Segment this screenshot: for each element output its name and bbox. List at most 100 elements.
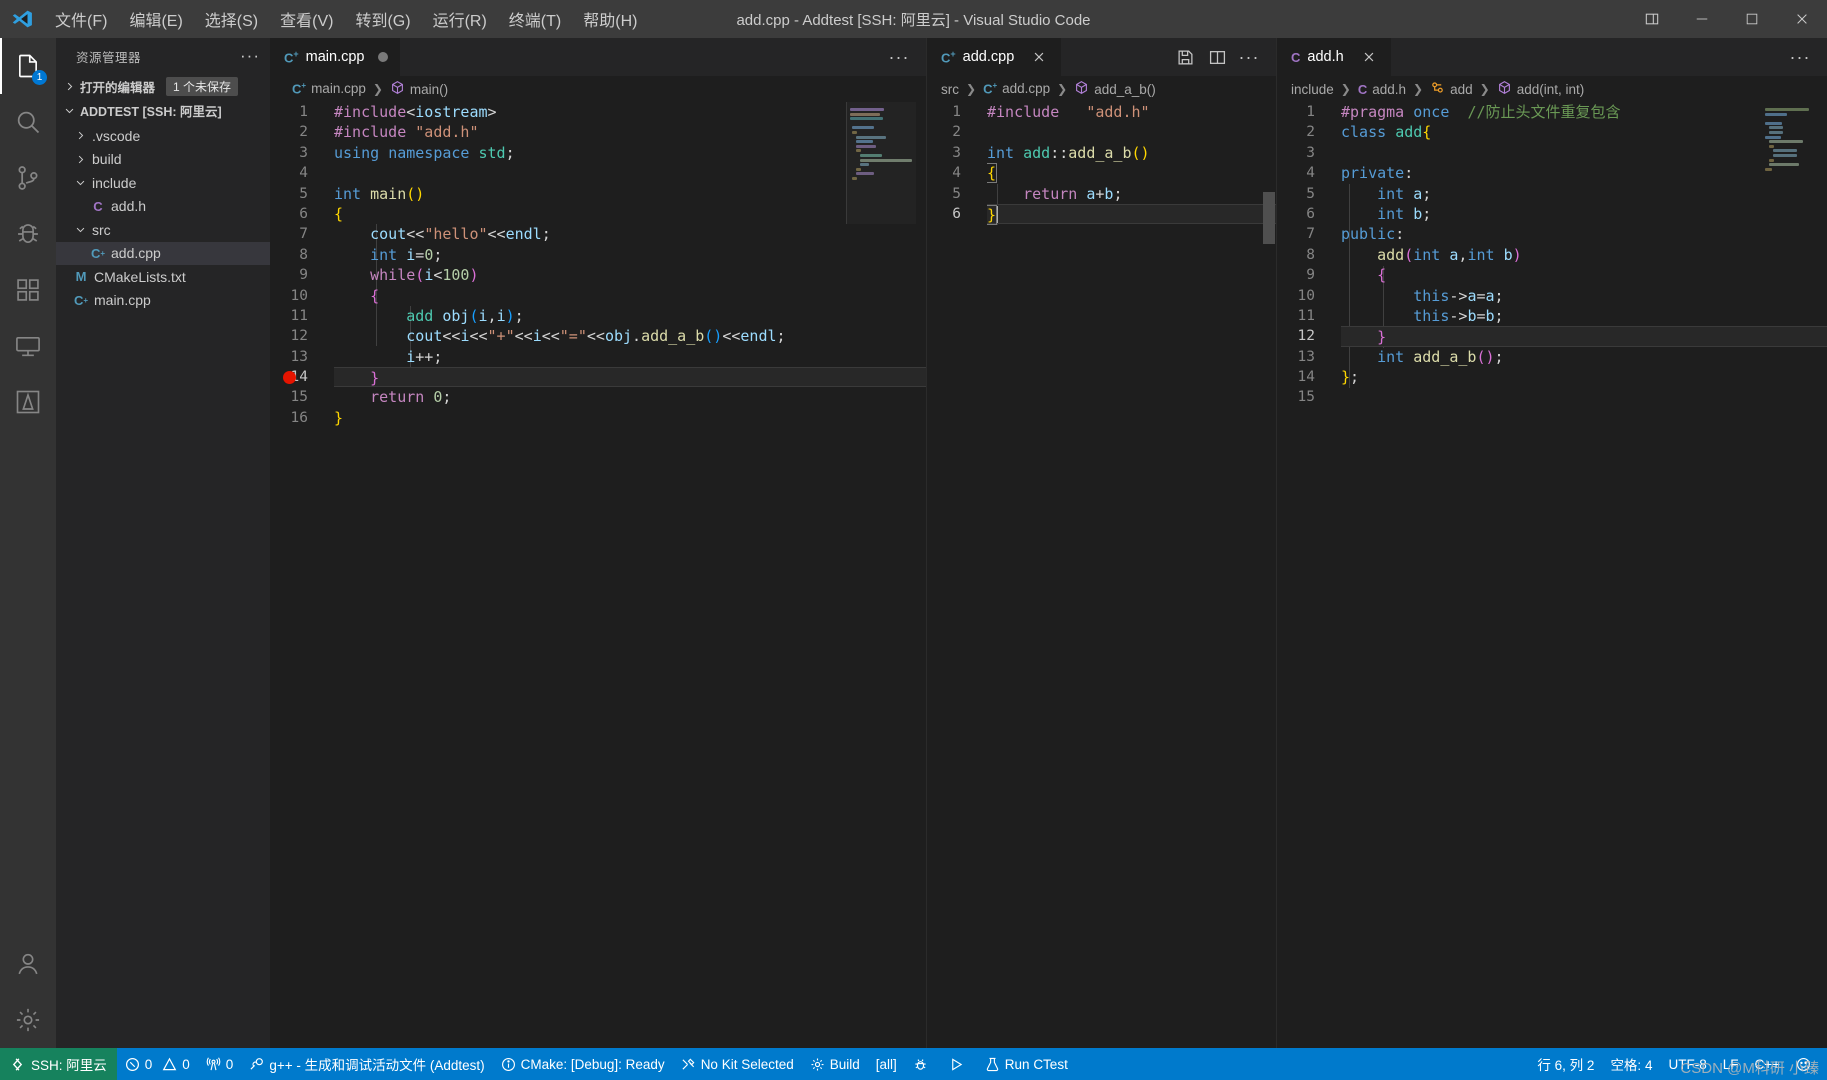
status-encoding[interactable]: UTF-8	[1660, 1048, 1714, 1080]
activity-explorer[interactable]: 1	[0, 38, 56, 94]
code-content-1[interactable]: #include<iostream> #include "add.h" usin…	[334, 102, 926, 1048]
status-ports-count: 0	[225, 1056, 234, 1072]
editor-scrollbar-1[interactable]	[912, 102, 926, 1048]
chevron-right-icon: ❯	[1479, 82, 1490, 96]
activity-search[interactable]	[0, 94, 56, 150]
open-editors-section[interactable]: 打开的编辑器 1 个未保存	[56, 74, 270, 98]
status-problems[interactable]: 0 0	[117, 1048, 198, 1080]
status-ports[interactable]: 0	[198, 1048, 242, 1080]
status-cmake-state[interactable]: CMake: [Debug]: Ready	[493, 1048, 673, 1080]
code-content-3[interactable]: #pragma once //防止头文件重复包含 class add{ priv…	[1341, 102, 1827, 1048]
activity-settings-gear-icon[interactable]	[0, 992, 56, 1048]
line-number: 7	[1306, 226, 1315, 243]
status-cmake-run[interactable]	[941, 1048, 977, 1080]
status-eol[interactable]: LF	[1715, 1048, 1747, 1080]
status-cmake-target[interactable]: [all]	[868, 1048, 905, 1080]
maximize-button[interactable]	[1727, 0, 1777, 38]
more-actions-icon[interactable]: ···	[884, 42, 914, 72]
project-root-section[interactable]: ADDTEST [SSH: 阿里云]	[56, 98, 270, 122]
editor-scrollbar-3[interactable]	[1813, 102, 1827, 1048]
tree-item-cmakelists[interactable]: M CMakeLists.txt	[56, 265, 270, 289]
tab-main-cpp[interactable]: C+ main.cpp	[270, 38, 401, 76]
menu-help[interactable]: 帮助(H)	[572, 0, 648, 38]
more-actions-icon[interactable]: ···	[1785, 42, 1815, 72]
tab-actions-group-1: ···	[884, 38, 926, 76]
menu-run[interactable]: 运行(R)	[422, 0, 498, 38]
code-editor-add-h[interactable]: 1 2 3 4 5 6 7 8 9 10 11 12 13 14 15 #pra…	[1277, 102, 1827, 1048]
status-remote-indicator[interactable]: SSH: 阿里云	[0, 1048, 117, 1080]
breadcrumb-file[interactable]: C add.h	[1358, 82, 1406, 97]
dirty-indicator-icon[interactable]	[377, 52, 388, 62]
line-number: 4	[952, 165, 961, 182]
activity-accounts[interactable]	[0, 936, 56, 992]
chevron-right-icon: ❯	[1057, 82, 1068, 96]
tree-item-src[interactable]: src	[56, 218, 270, 242]
menu-edit[interactable]: 编辑(E)	[118, 0, 193, 38]
tab-add-cpp[interactable]: C+ add.cpp	[927, 38, 1063, 76]
breadcrumb-file[interactable]: C+ main.cpp	[292, 81, 366, 96]
tree-item-add-h[interactable]: C add.h	[56, 195, 270, 219]
status-run-ctest[interactable]: Run CTest	[977, 1048, 1076, 1080]
status-debug-target[interactable]: g++ - 生成和调试活动文件 (Addtest)	[241, 1048, 492, 1080]
radio-tower-icon	[206, 1056, 221, 1070]
menu-view[interactable]: 查看(V)	[269, 0, 344, 38]
breadcrumb-symbol[interactable]: add(int, int)	[1497, 80, 1585, 98]
breadcrumb-label: add(int, int)	[1516, 81, 1585, 97]
tree-item-vscode[interactable]: .vscode	[56, 124, 270, 148]
close-icon[interactable]	[1029, 47, 1049, 67]
line-number: 6	[1306, 205, 1315, 222]
tree-item-add-cpp[interactable]: C + add.cpp	[56, 241, 270, 265]
activity-extensions[interactable]	[0, 262, 56, 318]
remote-icon	[12, 1057, 23, 1071]
activity-run-and-debug[interactable]	[0, 206, 56, 262]
breadcrumb-class[interactable]: add	[1430, 80, 1473, 98]
menu-terminal[interactable]: 终端(T)	[498, 0, 572, 38]
menu-go[interactable]: 转到(G)	[344, 0, 421, 38]
more-actions-icon[interactable]: ···	[1234, 42, 1264, 72]
breadcrumb-folder[interactable]: src	[941, 82, 959, 97]
activity-cmake[interactable]	[0, 374, 56, 430]
editor-layout-icon[interactable]	[1627, 0, 1677, 38]
breadcrumb-group-2: src ❯ C+ add.cpp ❯ add_a_b()	[927, 76, 1276, 102]
menu-bar: 文件(F) 编辑(E) 选择(S) 查看(V) 转到(G) 运行(R) 终端(T…	[44, 0, 648, 38]
code-editor-main-cpp[interactable]: 1 2 3 4 5 6 7 8 9 10 11 12 13 14 15 16 #…	[270, 102, 926, 1048]
chevron-right-icon: ❯	[966, 82, 977, 96]
tab-add-h[interactable]: C add.h	[1277, 38, 1392, 76]
file-tree: .vscode build include C add.h src C + ad…	[56, 122, 270, 1048]
menu-file[interactable]: 文件(F)	[44, 0, 118, 38]
line-number: 3	[952, 144, 961, 161]
code-editor-add-cpp[interactable]: 1 2 3 4 5 6 #include "add.h" int add::ad…	[927, 102, 1276, 1048]
line-number: 2	[299, 124, 308, 141]
tree-item-main-cpp[interactable]: C + main.cpp	[56, 289, 270, 313]
breakpoint-icon[interactable]	[283, 371, 296, 384]
breadcrumb-file[interactable]: C+ add.cpp	[983, 81, 1050, 96]
cpp-icon: C+	[292, 81, 307, 97]
activity-remote-explorer[interactable]	[0, 318, 56, 374]
status-cursor-position[interactable]: 行 6, 列 2	[1529, 1048, 1602, 1080]
split-editor-icon[interactable]	[1202, 42, 1232, 72]
status-cmake-build[interactable]: Build	[802, 1048, 868, 1080]
status-feedback[interactable]	[1788, 1048, 1819, 1080]
line-number: 14	[1297, 369, 1315, 386]
status-cmake-debug[interactable]	[905, 1048, 941, 1080]
tree-item-include[interactable]: include	[56, 171, 270, 195]
activity-source-control[interactable]	[0, 150, 56, 206]
breadcrumb-symbol[interactable]: add_a_b()	[1074, 80, 1156, 98]
minimize-button[interactable]	[1677, 0, 1727, 38]
editor-scrollbar-2[interactable]	[1262, 102, 1276, 1048]
chevron-right-icon: ❯	[1340, 82, 1351, 96]
status-language-mode[interactable]: C++	[1746, 1048, 1788, 1080]
code-content-2[interactable]: #include "add.h" int add::add_a_b() { re…	[987, 102, 1276, 1048]
line-number: 8	[1306, 246, 1315, 263]
status-indentation[interactable]: 空格: 4	[1602, 1048, 1660, 1080]
tree-item-build[interactable]: build	[56, 148, 270, 172]
close-button[interactable]	[1777, 0, 1827, 38]
close-icon[interactable]	[1359, 47, 1379, 67]
breadcrumb-symbol[interactable]: main()	[390, 80, 448, 98]
menu-selection[interactable]: 选择(S)	[194, 0, 269, 38]
breadcrumb-folder[interactable]: include	[1291, 82, 1334, 97]
save-all-icon[interactable]	[1170, 42, 1200, 72]
status-cmake-kit[interactable]: No Kit Selected	[673, 1048, 802, 1080]
line-number: 14	[290, 369, 308, 386]
sidebar-more-actions-icon[interactable]: ···	[240, 46, 260, 66]
